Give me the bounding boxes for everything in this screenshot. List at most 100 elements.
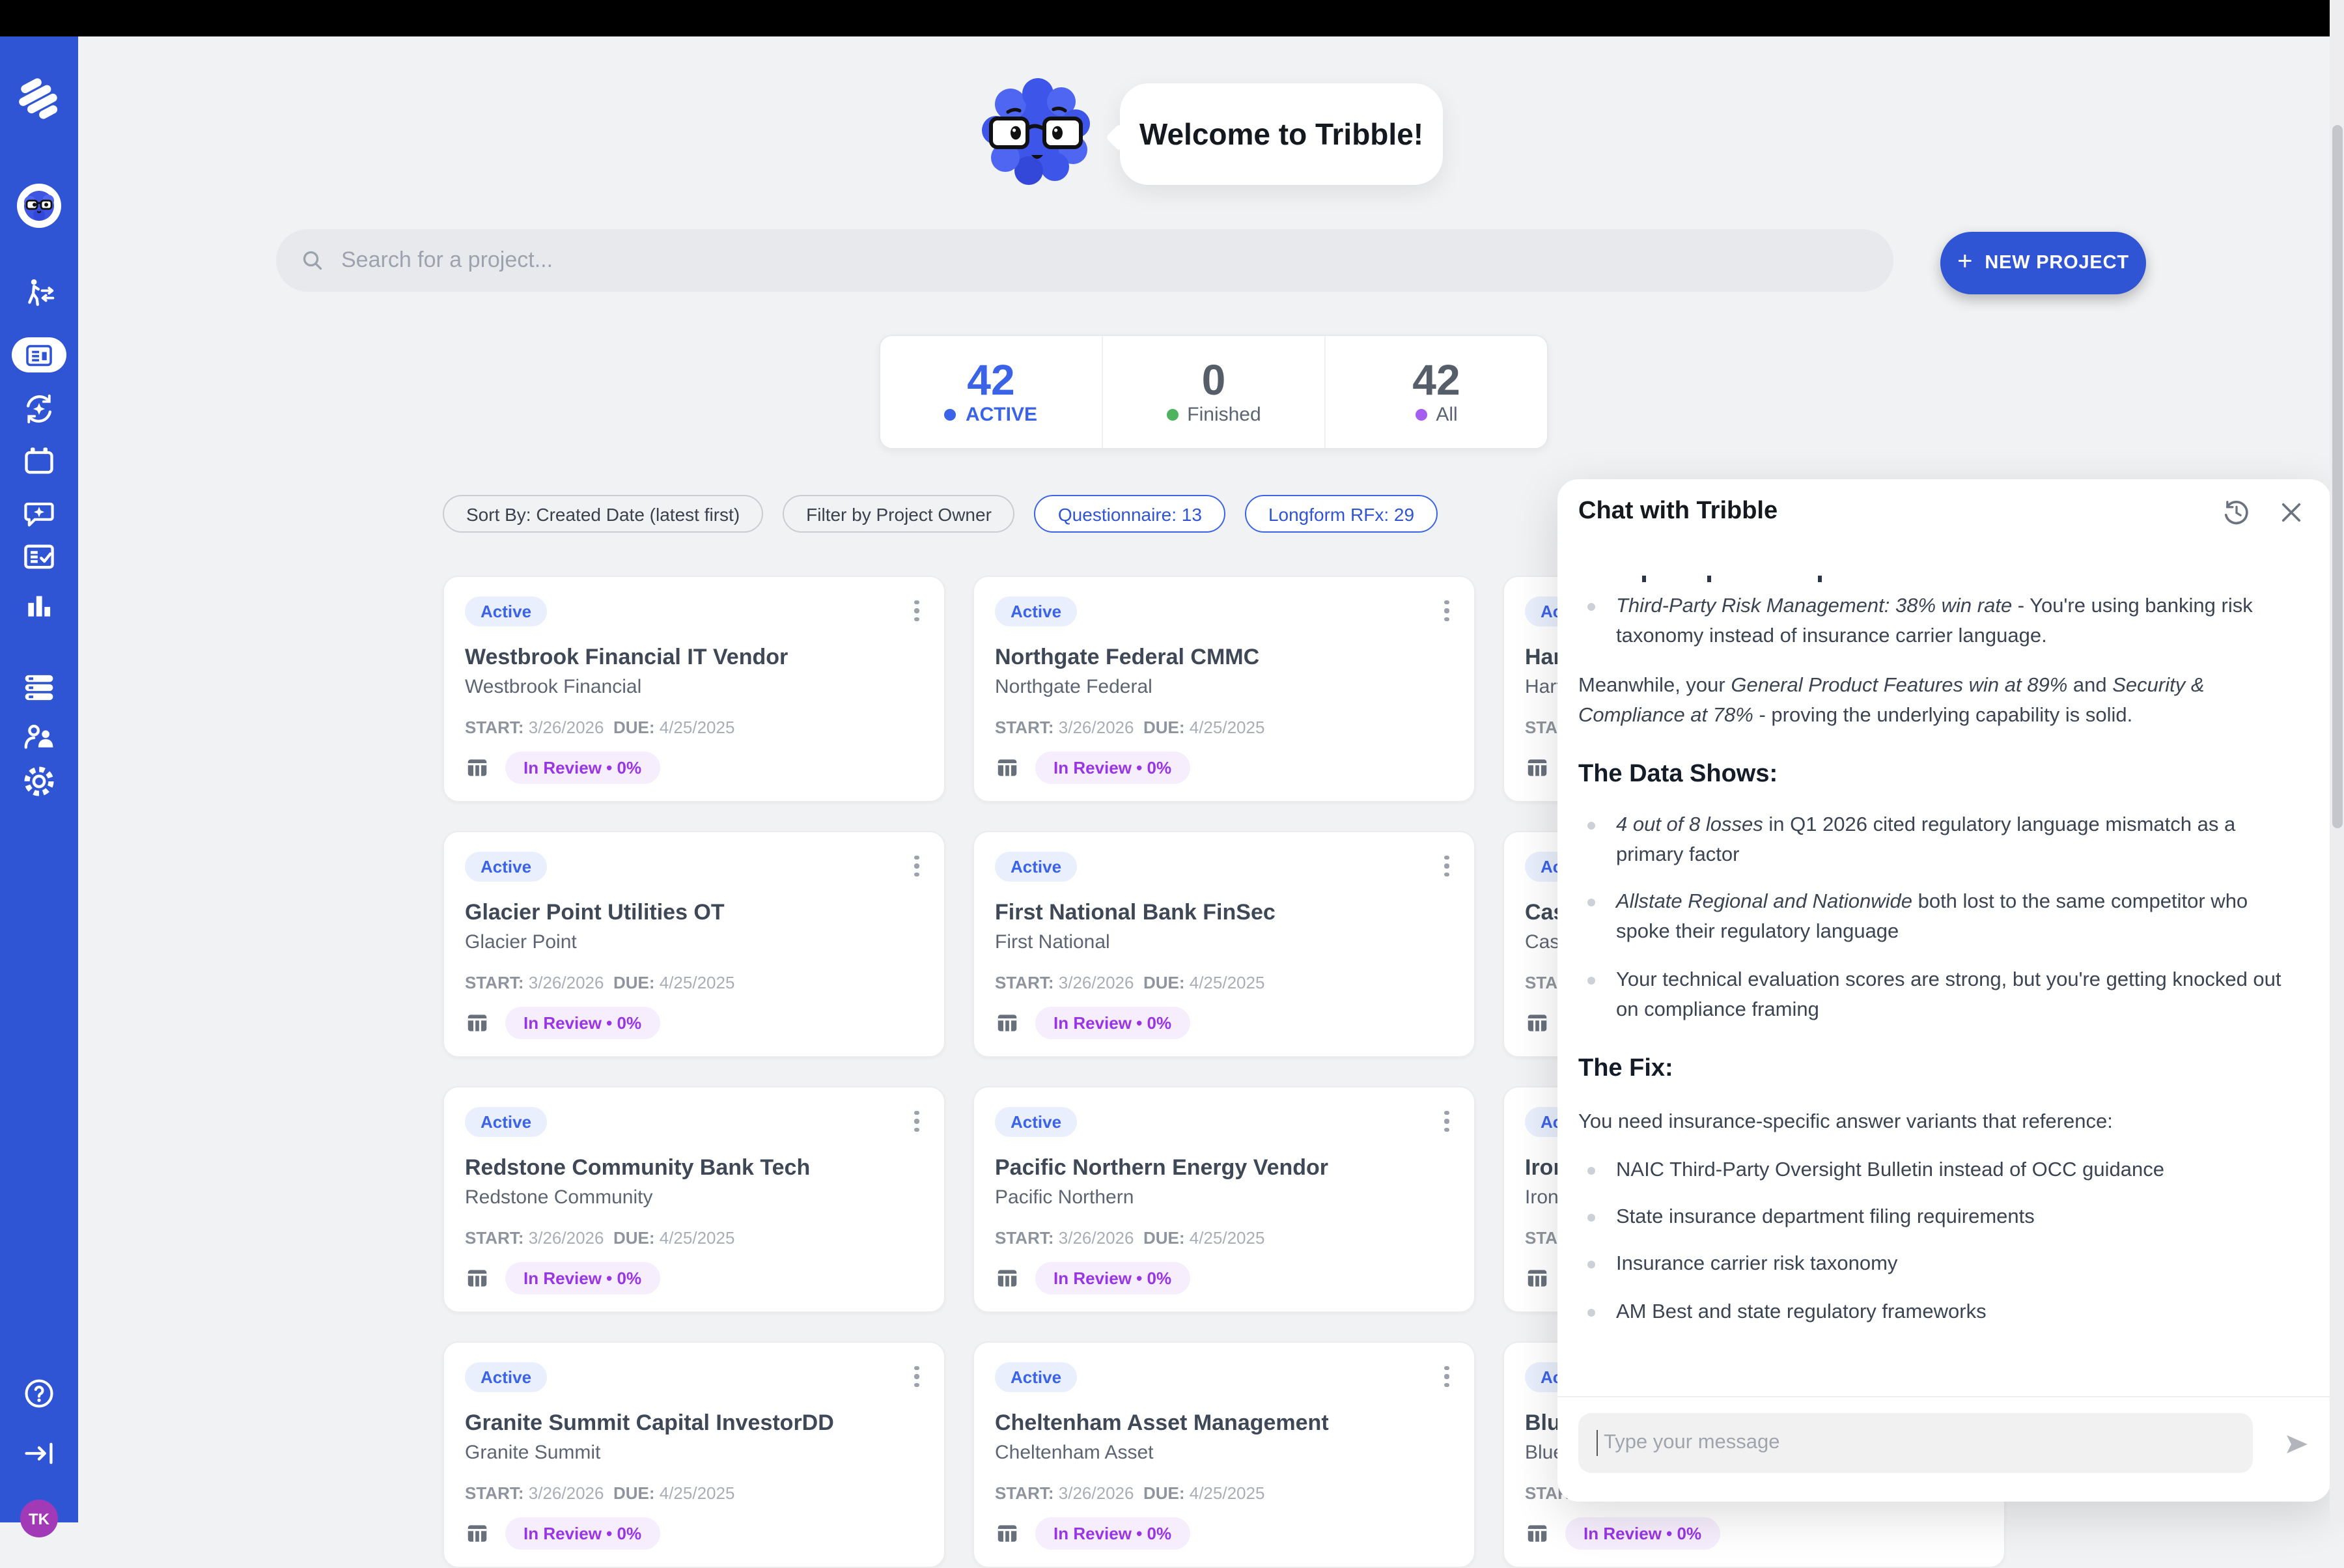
all-dot xyxy=(1415,409,1427,421)
page-scrollbar-track xyxy=(2330,0,2344,1522)
longform-rfx-chip[interactable]: Longform RFx: 29 xyxy=(1245,495,1438,533)
project-card[interactable]: Active First National Bank FinSec First … xyxy=(973,831,1475,1057)
card-menu-button[interactable] xyxy=(1435,850,1458,882)
search-icon xyxy=(300,247,326,273)
project-dates: START: 3/26/2026 DUE: 4/25/2025 xyxy=(995,1483,1264,1503)
project-card[interactable]: Active Cheltenham Asset Management Chelt… xyxy=(973,1341,1475,1568)
table-icon xyxy=(1525,1266,1550,1291)
status-badge: Active xyxy=(995,1107,1077,1137)
chat-bullet: AM Best and state regulatory frameworks xyxy=(1578,1296,2297,1327)
chat-fix-bullets: NAIC Third-Party Oversight Bulletin inst… xyxy=(1578,1155,2297,1327)
chat-paragraph: Meanwhile, your General Product Features… xyxy=(1578,670,2297,731)
project-title: Westbrook Financial IT Vendor xyxy=(465,645,921,671)
project-dates: START: 3/26/2026 DUE: 4/25/2025 xyxy=(995,1228,1264,1248)
status-badge: Active xyxy=(465,1107,547,1137)
chat-bullet: Your technical evaluation scores are str… xyxy=(1578,964,2297,1025)
chat-input[interactable] xyxy=(1601,1430,2235,1456)
project-dates: START: 3/26/2026 DUE: 4/25/2025 xyxy=(465,973,734,992)
stat-all[interactable]: 42 All xyxy=(1324,336,1547,448)
stat-all-value: 42 xyxy=(1412,358,1460,401)
mascot-avatar-icon[interactable] xyxy=(17,184,61,228)
project-title: Pacific Northern Energy Vendor xyxy=(995,1155,1451,1181)
tribble-mascot xyxy=(979,78,1096,188)
project-card[interactable]: Active Granite Summit Capital InvestorDD… xyxy=(443,1341,945,1568)
new-project-button[interactable]: + NEW PROJECT xyxy=(1940,232,2146,294)
text-cursor xyxy=(1597,1430,1598,1456)
project-card[interactable]: Active Pacific Northern Energy Vendor Pa… xyxy=(973,1086,1475,1313)
sort-by-chip[interactable]: Sort By: Created Date (latest first) xyxy=(443,495,763,533)
project-subtitle: Northgate Federal xyxy=(995,676,1152,698)
progress-badge: In Review • 0% xyxy=(505,751,660,784)
chat-messages: Third-Party Risk Management: 38% win rat… xyxy=(1578,547,2297,1356)
questionnaire-chip[interactable]: Questionnaire: 13 xyxy=(1035,495,1225,533)
card-menu-button[interactable] xyxy=(905,595,928,626)
project-card[interactable]: Active Redstone Community Bank Tech Reds… xyxy=(443,1086,945,1313)
clipped-message-line xyxy=(1578,573,2297,586)
server-stack-icon[interactable] xyxy=(21,670,57,705)
sidebar: TK xyxy=(0,36,78,1522)
chat-history-button[interactable] xyxy=(2219,495,2253,529)
active-dot xyxy=(945,409,956,421)
top-bar xyxy=(0,0,2344,36)
chat-bullet: State insurance department filing requir… xyxy=(1578,1202,2297,1233)
chat-close-button[interactable] xyxy=(2274,495,2308,529)
stat-finished[interactable]: 0 Finished xyxy=(1102,336,1324,448)
checklist-icon[interactable] xyxy=(22,540,56,574)
walking-transfer-icon[interactable] xyxy=(21,277,57,312)
table-icon xyxy=(465,755,490,780)
project-card[interactable]: Active Glacier Point Utilities OT Glacie… xyxy=(443,831,945,1057)
chat-message-field[interactable] xyxy=(1578,1413,2253,1473)
card-menu-button[interactable] xyxy=(1435,595,1458,626)
project-card[interactable]: Active Northgate Federal CMMC Northgate … xyxy=(973,576,1475,802)
table-icon xyxy=(1525,1011,1550,1035)
project-subtitle: Westbrook Financial xyxy=(465,676,641,698)
card-menu-button[interactable] xyxy=(1435,1361,1458,1392)
stat-active[interactable]: 42 ACTIVE xyxy=(880,336,1102,448)
help-icon[interactable] xyxy=(22,1377,56,1410)
chat-bullet: 4 out of 8 losses in Q1 2026 cited regul… xyxy=(1578,809,2297,870)
tribble-logo-icon[interactable] xyxy=(16,76,63,122)
sidebar-item-projects-active[interactable] xyxy=(12,337,66,372)
project-subtitle: Pacific Northern xyxy=(995,1186,1134,1209)
filter-owner-chip[interactable]: Filter by Project Owner xyxy=(783,495,1015,533)
plus-icon: + xyxy=(1957,247,1973,277)
progress-badge: In Review • 0% xyxy=(1035,1007,1190,1039)
project-search[interactable] xyxy=(276,229,1893,292)
project-subtitle: Redstone Community xyxy=(465,1186,652,1209)
project-dates: START: 3/26/2026 DUE: 4/25/2025 xyxy=(465,1228,734,1248)
table-icon xyxy=(995,1521,1020,1546)
card-menu-button[interactable] xyxy=(905,850,928,882)
project-subtitle: Glacier Point xyxy=(465,931,577,953)
user-avatar[interactable]: TK xyxy=(20,1500,58,1537)
table-icon xyxy=(995,1011,1020,1035)
chat-sparkle-icon[interactable] xyxy=(22,496,56,530)
status-badge: Active xyxy=(995,1362,1077,1392)
table-icon xyxy=(465,1266,490,1291)
chat-input-bar xyxy=(1557,1396,2331,1502)
project-dates: START: 3/26/2026 DUE: 4/25/2025 xyxy=(465,1483,734,1503)
settings-gear-icon[interactable] xyxy=(21,764,57,799)
calendar-icon[interactable] xyxy=(22,444,56,478)
sign-out-icon[interactable] xyxy=(22,1436,56,1470)
card-menu-button[interactable] xyxy=(905,1106,928,1137)
chat-fix-intro: You need insurance-specific answer varia… xyxy=(1578,1106,2297,1137)
progress-badge: In Review • 0% xyxy=(505,1262,660,1295)
project-title: First National Bank FinSec xyxy=(995,900,1451,926)
card-menu-button[interactable] xyxy=(905,1361,928,1392)
card-menu-button[interactable] xyxy=(1435,1106,1458,1137)
search-input[interactable] xyxy=(339,246,1516,275)
project-card[interactable]: Active Westbrook Financial IT Vendor Wes… xyxy=(443,576,945,802)
finished-dot xyxy=(1166,409,1178,421)
stat-finished-value: 0 xyxy=(1202,358,1226,401)
status-badge: Active xyxy=(995,596,1077,626)
progress-badge: In Review • 0% xyxy=(1035,751,1190,784)
status-badge: Active xyxy=(995,852,1077,882)
bar-chart-icon[interactable] xyxy=(23,589,55,622)
chat-data-bullets: 4 out of 8 losses in Q1 2026 cited regul… xyxy=(1578,809,2297,1025)
page-scrollbar-thumb[interactable] xyxy=(2332,125,2342,828)
people-icon[interactable] xyxy=(21,720,57,755)
chat-panel: Chat with Tribble Third-Party Risk Manag… xyxy=(1557,479,2331,1502)
send-button[interactable] xyxy=(2281,1429,2313,1460)
sync-sparkle-icon[interactable] xyxy=(21,391,57,427)
welcome-bubble: Welcome to Tribble! xyxy=(1120,83,1443,185)
